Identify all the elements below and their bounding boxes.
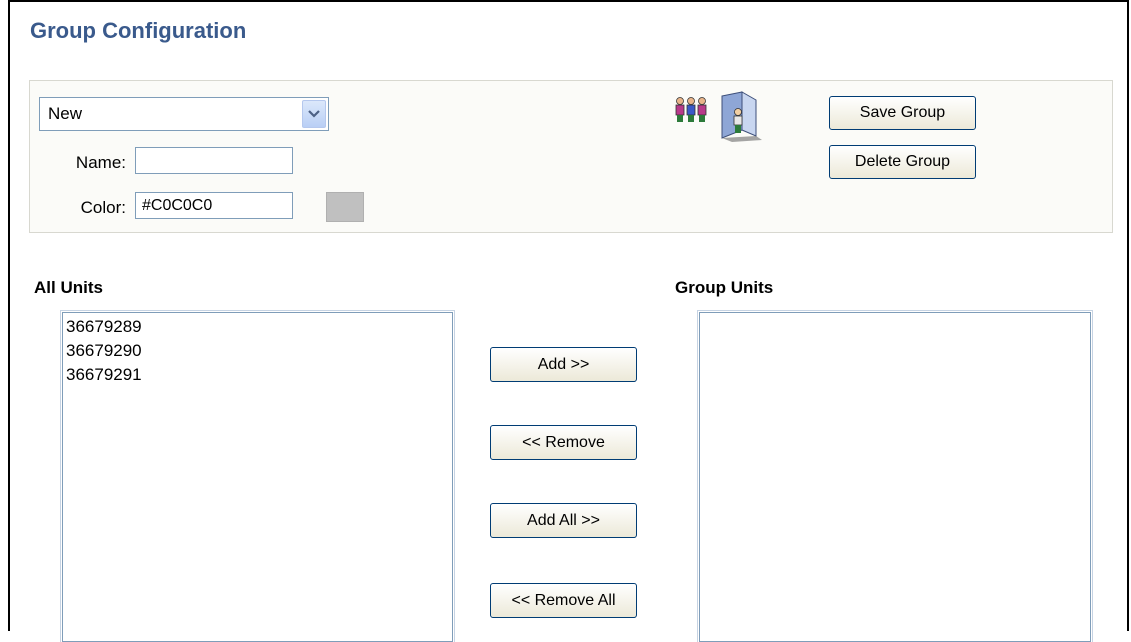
color-swatch[interactable] bbox=[326, 192, 364, 222]
color-field[interactable] bbox=[135, 192, 293, 219]
page-title: Group Configuration bbox=[30, 18, 247, 43]
add-all-button[interactable]: Add All >> bbox=[490, 503, 637, 538]
list-item[interactable]: 36679289 bbox=[63, 315, 452, 339]
name-field[interactable] bbox=[135, 147, 293, 174]
color-label: Color: bbox=[80, 198, 126, 217]
all-units-label: All Units bbox=[34, 278, 103, 297]
chevron-down-icon[interactable] bbox=[302, 100, 326, 128]
add-button[interactable]: Add >> bbox=[490, 347, 637, 382]
remove-button[interactable]: << Remove bbox=[490, 425, 637, 460]
save-group-button[interactable]: Save Group bbox=[829, 96, 976, 130]
list-item[interactable]: 36679290 bbox=[63, 339, 452, 363]
name-label: Name: bbox=[75, 153, 126, 172]
group-select-value: New bbox=[48, 104, 83, 123]
group-users-icon bbox=[672, 90, 772, 142]
group-units-label: Group Units bbox=[675, 278, 774, 297]
all-units-listbox[interactable]: 36679289 36679290 36679291 bbox=[60, 310, 455, 642]
remove-all-button[interactable]: << Remove All bbox=[490, 583, 637, 618]
group-select[interactable]: New bbox=[39, 97, 329, 131]
delete-group-button[interactable]: Delete Group bbox=[829, 145, 976, 179]
list-item[interactable]: 36679291 bbox=[63, 363, 452, 387]
group-units-listbox[interactable] bbox=[697, 310, 1093, 642]
